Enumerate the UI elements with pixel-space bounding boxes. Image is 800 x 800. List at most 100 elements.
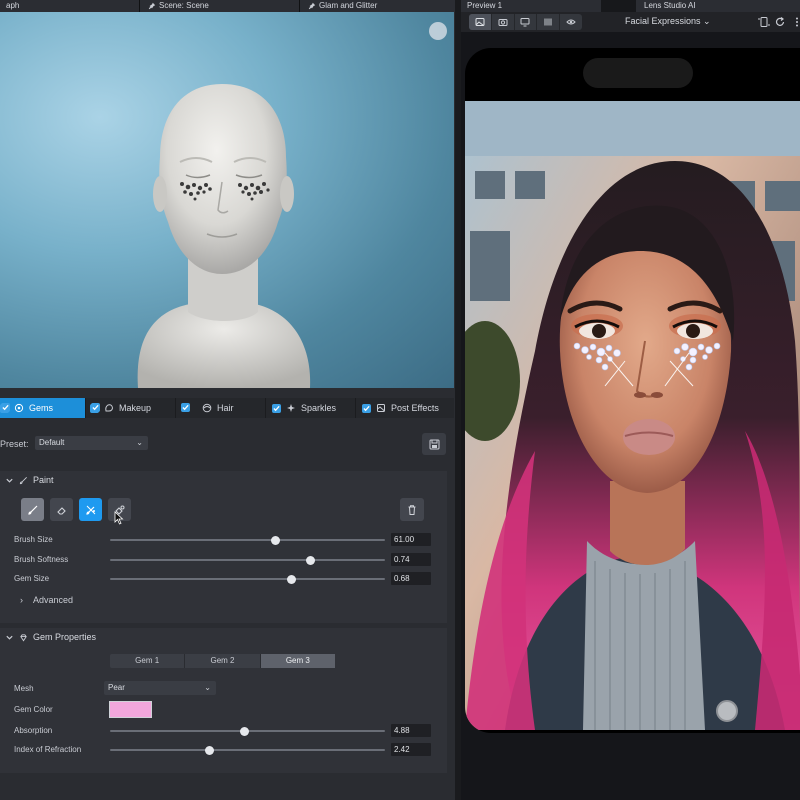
slider-thumb[interactable] <box>287 574 296 584</box>
chevron-down-icon: ⌄ <box>204 683 211 692</box>
gem-1-tab[interactable]: Gem 1 <box>110 654 186 668</box>
camera-view-button[interactable] <box>492 14 515 30</box>
tab-label: Post Effects <box>391 403 439 413</box>
columns-icon <box>544 18 552 26</box>
rotate-device-icon[interactable] <box>758 16 770 28</box>
slider-thumb[interactable] <box>270 535 280 545</box>
phone-frame <box>465 48 800 733</box>
mesh-select[interactable]: Pear ⌄ <box>104 681 216 695</box>
chevron-down-icon <box>6 478 13 483</box>
brush-size-slider[interactable] <box>110 535 385 545</box>
gem-brush-tool-button[interactable] <box>79 498 102 521</box>
brush-softness-input[interactable]: 0.74 <box>391 553 431 566</box>
absorption-label: Absorption <box>14 726 53 735</box>
absorption-slider[interactable] <box>110 726 385 736</box>
makeup-icon <box>105 404 114 412</box>
more-icon[interactable] <box>791 16 800 28</box>
mouse-cursor-icon <box>114 511 124 525</box>
brush-softness-label: Brush Softness <box>14 555 69 564</box>
index-of-refraction-label: Index of Refraction <box>14 745 82 754</box>
save-icon <box>429 439 439 449</box>
gem-properties-header[interactable]: Gem Properties <box>0 628 447 646</box>
refresh-icon[interactable] <box>774 16 786 28</box>
hair-checkbox[interactable] <box>181 403 190 412</box>
advanced-toggle[interactable]: › Advanced <box>20 595 73 605</box>
gem-2-tab[interactable]: Gem 2 <box>185 654 261 668</box>
eraser-icon <box>56 506 66 515</box>
gem-color-swatch[interactable] <box>109 701 152 718</box>
post-effects-icon <box>377 404 385 412</box>
tab-preview-1[interactable]: Preview 1 <box>461 0 601 12</box>
index-of-refraction-slider[interactable] <box>110 745 385 755</box>
brush-icon <box>27 505 37 515</box>
slider-thumb[interactable] <box>306 555 316 565</box>
clear-paint-button[interactable] <box>400 498 424 521</box>
preset-value: Default <box>39 438 65 447</box>
gem-icon <box>14 403 24 413</box>
tab-post-effects[interactable]: Post Effects <box>356 398 454 418</box>
gem-size-input[interactable]: 0.68 <box>391 572 431 585</box>
camera-preview[interactable] <box>465 101 800 730</box>
preset-select[interactable]: Default ⌄ <box>35 436 148 450</box>
gem-selector: Gem 1 Gem 2 Gem 3 <box>110 654 335 668</box>
viewport-gizmo[interactable] <box>429 22 447 40</box>
tab-graph[interactable]: aph <box>0 0 140 12</box>
gems-checkbox[interactable] <box>1 403 10 412</box>
paint-header[interactable]: Paint <box>0 471 447 489</box>
gem-size-slider[interactable] <box>110 574 385 584</box>
pin-icon <box>148 2 156 10</box>
tab-gems[interactable]: Gems <box>0 398 86 418</box>
dynamic-island <box>583 58 693 88</box>
eye-icon <box>566 19 576 25</box>
trash-icon <box>408 504 416 515</box>
brush-tool-button[interactable] <box>21 498 44 521</box>
tab-label: Sparkles <box>301 403 337 413</box>
index-of-refraction-input[interactable]: 2.42 <box>391 743 431 756</box>
head-model <box>137 84 311 388</box>
eye-view-button[interactable] <box>560 14 582 30</box>
tab-lens-studio-ai[interactable]: Lens Studio AI <box>636 0 800 12</box>
tab-label: Scene: Scene <box>159 1 209 10</box>
tab-label: Glam and Glitter <box>319 1 378 10</box>
tab-scene[interactable]: Scene: Scene <box>140 0 300 12</box>
eraser-tool-button[interactable] <box>50 498 73 521</box>
image-view-button[interactable] <box>469 14 492 30</box>
capture-button[interactable] <box>716 700 738 722</box>
tab-label: aph <box>6 1 20 10</box>
absorption-input[interactable]: 4.88 <box>391 724 431 737</box>
gem-color-label: Gem Color <box>14 705 53 714</box>
camera-icon <box>498 19 508 26</box>
feature-tabs: Gems Makeup Hair Sparkles Post Effects <box>0 398 454 418</box>
lens-editor-panel: aph Scene: Scene Glam and Glitter Gems M… <box>0 0 461 800</box>
gem-brush-icon <box>85 505 95 515</box>
brush-softness-slider[interactable] <box>110 555 385 565</box>
brush-size-input[interactable]: 61.00 <box>391 533 431 546</box>
gem-3-tab[interactable]: Gem 3 <box>260 654 335 668</box>
chevron-right-icon: › <box>20 595 23 605</box>
device-view-selector <box>469 14 582 30</box>
checkbox[interactable] <box>362 403 371 413</box>
mesh-value: Pear <box>108 683 125 692</box>
preview-mode-value: Facial Expressions <box>625 16 701 26</box>
monitor-icon <box>520 18 530 27</box>
save-preset-button[interactable] <box>422 433 446 455</box>
brush-size-label: Brush Size <box>14 535 53 544</box>
tab-glam-and-glitter[interactable]: Glam and Glitter <box>300 0 461 12</box>
preview-tab-bar: Preview 1 Lens Studio AI <box>461 0 800 12</box>
paint-title: Paint <box>33 475 54 485</box>
preview-mode-dropdown[interactable]: Facial Expressions ⌄ <box>625 16 711 27</box>
preset-label: Preset: <box>0 439 29 449</box>
preview-toolbar: Facial Expressions ⌄ <box>461 12 800 32</box>
hair-icon <box>202 403 212 413</box>
tab-sparkles[interactable]: Sparkles <box>266 398 356 418</box>
slider-thumb[interactable] <box>240 726 250 736</box>
columns-view-button[interactable] <box>537 14 561 30</box>
tab-label: Hair <box>217 403 234 413</box>
scene-viewport[interactable] <box>0 12 454 388</box>
checkbox[interactable] <box>272 403 281 413</box>
advanced-label: Advanced <box>33 595 74 605</box>
slider-thumb[interactable] <box>204 745 214 755</box>
chevron-down-icon: ⌄ <box>703 16 711 26</box>
monitor-view-button[interactable] <box>515 14 538 30</box>
makeup-checkbox[interactable] <box>91 403 100 412</box>
